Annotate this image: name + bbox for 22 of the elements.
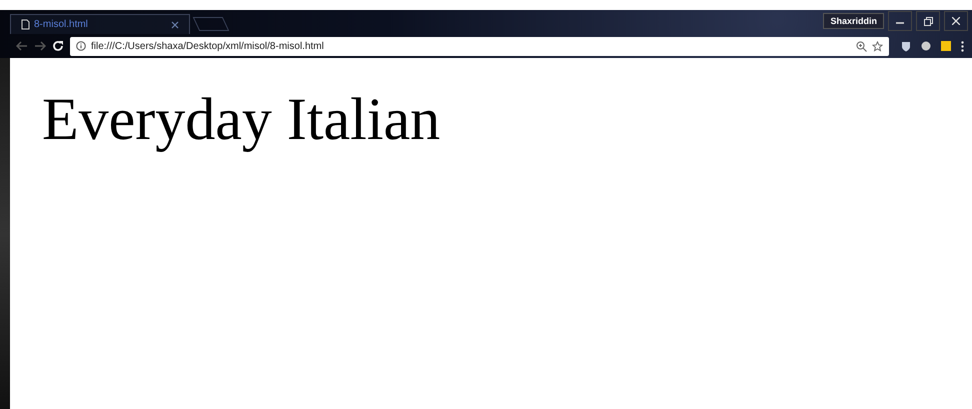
forward-icon[interactable] <box>34 41 46 51</box>
page-icon <box>21 19 30 30</box>
reload-icon[interactable] <box>52 40 64 52</box>
menu-icon[interactable] <box>961 40 964 52</box>
zoom-icon[interactable] <box>856 40 867 52</box>
restore-icon <box>924 16 932 26</box>
shield-icon[interactable] <box>901 40 911 52</box>
circle-icon[interactable] <box>921 41 931 51</box>
back-icon[interactable] <box>16 41 28 51</box>
tab-title: 8-misol.html <box>34 19 89 30</box>
restore-button[interactable] <box>916 11 940 31</box>
page-heading: Everyday Italian <box>42 86 442 152</box>
browser-tab[interactable]: 8-misol.html <box>10 14 190 34</box>
url-text: file:///C:/Users/shaxa/Desktop/xml/misol/8-misol.html <box>91 40 325 52</box>
profile-button[interactable]: Shaxriddin <box>823 13 884 29</box>
info-icon <box>76 41 86 51</box>
star-icon[interactable] <box>872 40 883 52</box>
minimize-button[interactable] <box>888 11 912 31</box>
close-icon <box>952 17 960 25</box>
close-button[interactable] <box>944 11 968 31</box>
close-icon[interactable] <box>171 20 179 28</box>
address-bar[interactable]: file:///C:/Users/shaxa/Desktop/xml/misol/8-misol.html <box>70 36 889 56</box>
